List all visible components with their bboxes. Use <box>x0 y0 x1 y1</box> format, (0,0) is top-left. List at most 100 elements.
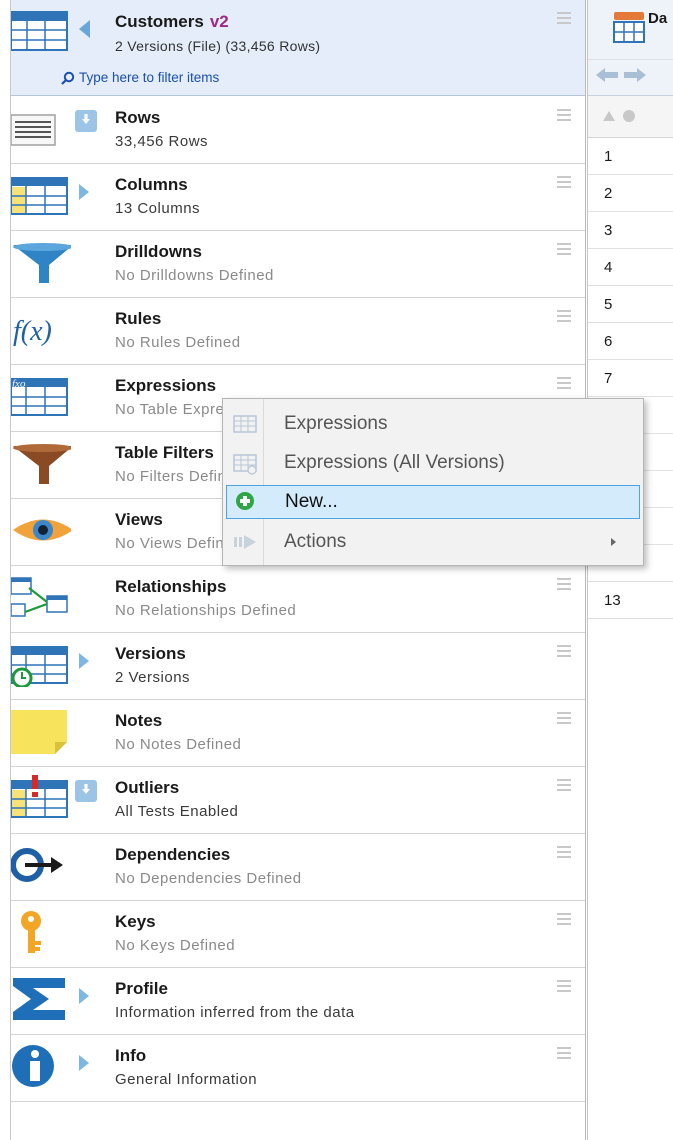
nav-item-subtitle: 2 Versions <box>115 669 191 686</box>
search-icon <box>61 71 75 85</box>
sigma-icon <box>13 978 65 1020</box>
nav-item-profile[interactable]: Profile Information inferred from the da… <box>11 968 585 1035</box>
nav-item-subtitle: No Dependencies Defined <box>115 870 302 887</box>
table-icon <box>233 415 257 433</box>
expand-icon[interactable] <box>79 988 89 1004</box>
nav-item-subtitle: Information inferred from the data <box>115 1004 355 1021</box>
rows-icon <box>11 114 56 146</box>
function-icon: f(x) <box>13 316 52 347</box>
data-pane-nav <box>588 60 673 96</box>
menu-item-label: Expressions <box>284 413 388 434</box>
nav-item-title: Info <box>115 1046 147 1065</box>
note-icon <box>11 710 67 754</box>
drag-handle-icon[interactable] <box>557 578 571 590</box>
row-number: 2 <box>588 175 673 212</box>
download-icon[interactable] <box>75 110 97 132</box>
menu-item-expressions-all-versions[interactable]: Expressions (All Versions) <box>226 446 640 480</box>
nav-item-title: Expressions <box>115 376 217 395</box>
nav-item-rows[interactable]: Rows 33,456 Rows <box>11 97 585 164</box>
nav-item-title: Outliers <box>115 778 180 797</box>
nav-item-subtitle: No Drilldowns Defined <box>115 267 274 284</box>
drag-handle-icon[interactable] <box>557 109 571 121</box>
menu-item-label: Expressions (All Versions) <box>284 452 505 473</box>
nav-item-subtitle: No Keys Defined <box>115 937 236 954</box>
nav-item-outliers[interactable]: Outliers All Tests Enabled <box>11 767 585 834</box>
drag-handle-icon[interactable] <box>557 12 571 24</box>
download-icon[interactable] <box>75 780 97 802</box>
nav-item-notes[interactable]: Notes No Notes Defined <box>11 700 585 767</box>
nav-item-title: Drilldowns <box>115 242 202 261</box>
expand-icon[interactable] <box>79 653 89 669</box>
data-pane-header: Da <box>588 0 673 60</box>
table-subtitle: 2 Versions (File) (33,456 Rows) <box>115 38 321 54</box>
submenu-arrow-icon <box>611 538 616 546</box>
menu-item-label: New... <box>285 491 338 512</box>
info-icon <box>12 1045 54 1087</box>
versions-icon <box>11 646 68 687</box>
nav-item-columns[interactable]: Columns 13 Columns <box>11 164 585 231</box>
table-navigator-panel: Customers v2 2 Versions (File) (33,456 Ro… <box>10 0 586 1140</box>
nav-item-title: Rules <box>115 309 162 328</box>
context-menu: Expressions Expressions (All Versions) N… <box>222 398 644 566</box>
nav-item-title: Notes <box>115 711 163 730</box>
nav-item-keys[interactable]: Keys No Keys Defined <box>11 901 585 968</box>
table-filter-icon <box>13 444 71 484</box>
drag-handle-icon[interactable] <box>557 846 571 858</box>
expand-icon[interactable] <box>79 1055 89 1071</box>
filter-placeholder: Type here to filter items <box>79 70 220 85</box>
filter-items-input[interactable]: Type here to filter items <box>61 70 219 85</box>
collapse-left-icon[interactable] <box>79 20 90 38</box>
data-pane: Da 1 2 3 4 5 6 7 13 <box>587 0 673 1140</box>
actions-arrow-icon <box>234 535 256 549</box>
drag-handle-icon[interactable] <box>557 310 571 322</box>
nav-item-subtitle: No Relationships Defined <box>115 602 297 619</box>
columns-icon <box>11 177 68 215</box>
row-number: 1 <box>588 138 673 175</box>
drag-handle-icon[interactable] <box>557 913 571 925</box>
drag-handle-icon[interactable] <box>557 243 571 255</box>
menu-item-expressions[interactable]: Expressions <box>226 407 640 441</box>
outliers-icon <box>11 775 68 818</box>
eye-icon <box>13 519 71 541</box>
sort-toolbar <box>588 96 673 138</box>
nav-item-rules[interactable]: f(x) Rules No Rules Defined <box>11 298 585 365</box>
drag-handle-icon[interactable] <box>557 377 571 389</box>
drag-handle-icon[interactable] <box>557 779 571 791</box>
drag-handle-icon[interactable] <box>557 1047 571 1059</box>
table-icon <box>11 11 68 51</box>
sort-ascending-icon[interactable] <box>602 110 616 122</box>
nav-item-versions[interactable]: Versions 2 Versions <box>11 633 585 700</box>
funnel-icon <box>13 243 71 283</box>
row-number: 5 <box>588 286 673 323</box>
nav-item-title: Dependencies <box>115 845 231 864</box>
nav-item-drilldowns[interactable]: Drilldowns No Drilldowns Defined <box>11 231 585 298</box>
nav-item-info[interactable]: Info General Information <box>11 1035 585 1102</box>
nav-item-subtitle: No Rules Defined <box>115 334 241 351</box>
back-arrow-icon[interactable] <box>596 66 618 84</box>
relationships-icon <box>11 577 68 617</box>
menu-item-new[interactable]: New... <box>226 485 640 519</box>
data-pane-title: Da <box>648 10 668 27</box>
drag-handle-icon[interactable] <box>557 176 571 188</box>
nav-item-subtitle: General Information <box>115 1071 258 1088</box>
svg-text:fxo: fxo <box>12 378 26 390</box>
drag-handle-icon[interactable] <box>557 712 571 724</box>
table-header: Customers v2 2 Versions (File) (33,456 Ro… <box>11 0 585 96</box>
nav-item-relationships[interactable]: Relationships No Relationships Defined <box>11 566 585 633</box>
nav-item-subtitle: No Notes Defined <box>115 736 242 753</box>
row-number: 4 <box>588 249 673 286</box>
nav-item-dependencies[interactable]: Dependencies No Dependencies Defined <box>11 834 585 901</box>
table-versions-icon <box>233 454 257 475</box>
forward-arrow-icon[interactable] <box>624 66 646 84</box>
nav-item-title: Rows <box>115 108 161 127</box>
expand-icon[interactable] <box>79 184 89 200</box>
drag-handle-icon[interactable] <box>557 645 571 657</box>
circle-icon[interactable] <box>622 109 636 123</box>
add-icon <box>236 492 254 510</box>
menu-item-actions[interactable]: Actions <box>226 525 640 559</box>
row-number: 7 <box>588 360 673 397</box>
nav-item-title: Keys <box>115 912 156 931</box>
nav-item-subtitle: 33,456 Rows <box>115 133 209 150</box>
menu-item-label: Actions <box>284 531 347 552</box>
drag-handle-icon[interactable] <box>557 980 571 992</box>
